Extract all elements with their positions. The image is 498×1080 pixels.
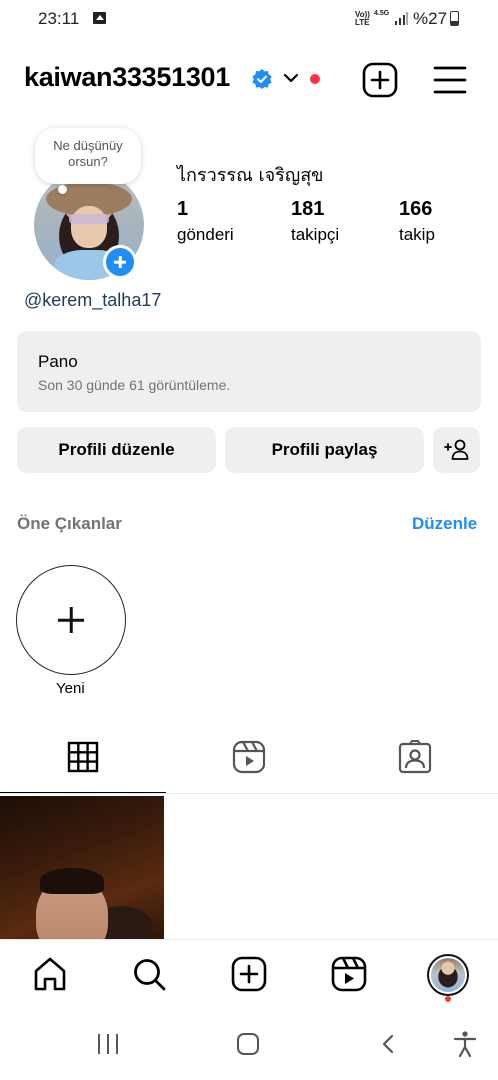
stat-followers[interactable]: 181 takipçi xyxy=(291,198,339,245)
stat-following[interactable]: 166 takip xyxy=(399,198,435,245)
create-icon[interactable] xyxy=(231,956,267,992)
hamburger-menu-icon[interactable] xyxy=(433,64,467,96)
tagged-person-icon xyxy=(398,740,432,774)
search-icon[interactable] xyxy=(131,956,167,992)
posts-label: gönderi xyxy=(177,225,234,244)
highlights-edit-link[interactable]: Düzenle xyxy=(412,514,477,534)
note-bubble-tail xyxy=(58,185,67,194)
reels-icon xyxy=(232,740,266,774)
username[interactable]: kaiwan33351301 xyxy=(24,62,230,93)
status-time: 23:11 xyxy=(38,9,80,28)
system-home-icon[interactable] xyxy=(237,1033,259,1055)
add-square-icon[interactable] xyxy=(362,62,398,98)
verified-badge-icon xyxy=(252,69,272,89)
post-thumbnail[interactable] xyxy=(0,796,164,939)
volte-indicator: Vo)) LTE xyxy=(355,10,370,27)
notification-dot xyxy=(310,74,320,84)
status-bar: 23:11 Vo)) LTE 4.5G %27 xyxy=(0,0,498,40)
network-type: 4.5G xyxy=(374,10,390,17)
followers-count: 181 xyxy=(291,198,325,220)
reels-icon[interactable] xyxy=(331,956,367,992)
dashboard-subtitle: Son 30 günde 61 görüntüleme. xyxy=(38,377,231,393)
stat-posts[interactable]: 1 gönderi xyxy=(177,198,234,245)
new-highlight-label: Yeni xyxy=(56,680,85,697)
followers-label: takipçi xyxy=(291,225,340,244)
dashboard-title: Pano xyxy=(38,352,78,371)
new-highlight-button[interactable] xyxy=(16,565,126,675)
battery-percent: %27 xyxy=(413,9,448,28)
bottom-navigation xyxy=(0,939,498,1009)
following-label: takip xyxy=(399,225,435,244)
accessibility-icon[interactable] xyxy=(453,1030,477,1058)
tab-tagged[interactable] xyxy=(332,730,498,793)
threads-handle-link[interactable]: @kerem_talha17 xyxy=(24,290,161,311)
highlights-title: Öne Çıkanlar xyxy=(17,514,122,533)
battery-icon xyxy=(450,11,459,26)
profile-header: kaiwan33351301 xyxy=(0,58,498,104)
profile-tab-image xyxy=(431,958,465,992)
tab-grid[interactable] xyxy=(0,730,166,793)
profile-notification-dot xyxy=(445,996,451,1002)
recent-apps-icon[interactable] xyxy=(98,1034,120,1054)
gallery-notification-icon xyxy=(93,12,106,24)
tab-reels[interactable] xyxy=(166,730,332,793)
note-text: Ne düşünüy orsun? xyxy=(53,138,123,169)
profile-tabs xyxy=(0,730,498,794)
professional-dashboard-card[interactable]: Pano Son 30 günde 61 görüntüleme. xyxy=(17,331,481,412)
grid-icon xyxy=(67,741,99,773)
edit-profile-button[interactable]: Profili düzenle xyxy=(17,427,216,473)
following-count: 166 xyxy=(399,198,433,220)
add-person-icon xyxy=(444,439,469,460)
signal-icon xyxy=(395,12,408,25)
posts-count: 1 xyxy=(177,198,189,220)
home-icon[interactable] xyxy=(32,956,68,992)
full-name: ไกรวรรณ เจริญสุข xyxy=(177,165,324,186)
chevron-down-icon[interactable] xyxy=(283,72,299,84)
system-navigation-bar xyxy=(0,1010,498,1080)
note-bubble[interactable]: Ne düşünüy orsun? xyxy=(35,128,141,184)
add-story-plus-icon[interactable] xyxy=(103,245,137,279)
profile-tab-avatar[interactable] xyxy=(427,954,469,996)
share-profile-button[interactable]: Profili paylaş xyxy=(225,427,424,473)
discover-people-button[interactable] xyxy=(433,427,480,473)
back-icon[interactable] xyxy=(380,1034,396,1054)
